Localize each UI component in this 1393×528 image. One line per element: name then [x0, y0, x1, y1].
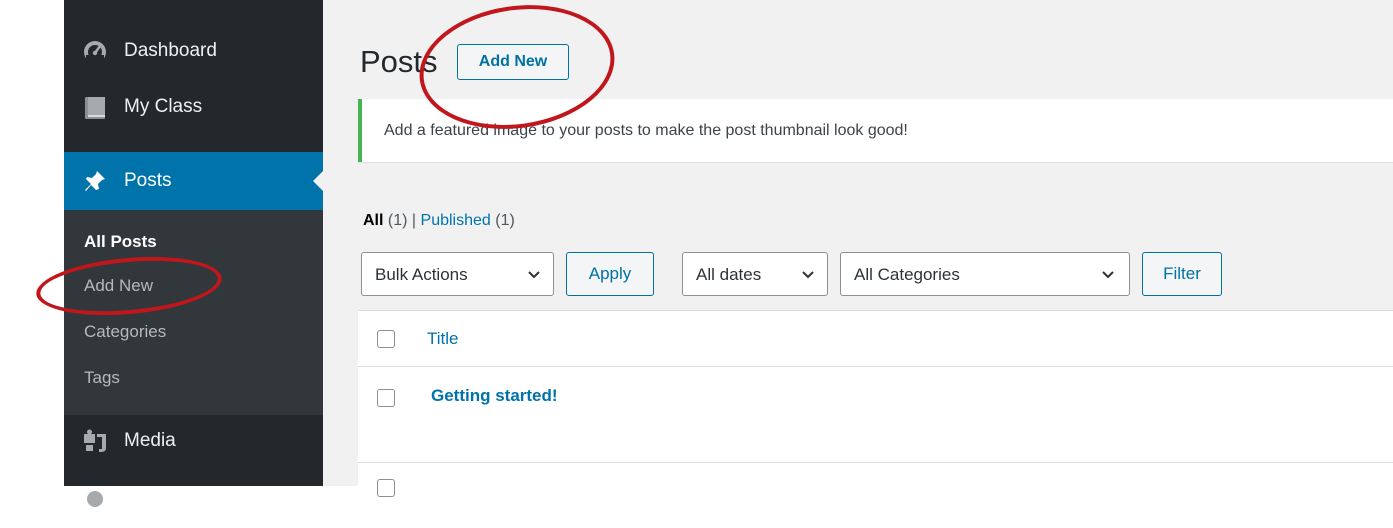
admin-sidebar: Dashboard My Class Posts All Posts Add N… [64, 0, 323, 507]
table-row: Getting started! [358, 367, 1393, 463]
chevron-down-icon [528, 271, 540, 279]
filter-separator: | [411, 212, 417, 229]
select-all-checkbox[interactable] [377, 330, 395, 348]
sidebar-item-posts[interactable]: Posts [64, 152, 323, 210]
dashboard-icon [84, 41, 106, 63]
post-title-link[interactable]: Getting started! [431, 385, 558, 407]
submenu-categories[interactable]: Categories [84, 320, 166, 344]
sidebar-item-label: Posts [124, 170, 172, 191]
submenu-add-new[interactable]: Add New [84, 274, 153, 298]
date-filter-value: All dates [696, 265, 762, 284]
sidebar-item-dashboard[interactable]: Dashboard [64, 22, 323, 80]
filter-all[interactable]: All [363, 212, 383, 229]
sidebar-item-label: Media [124, 430, 176, 451]
column-title-header[interactable]: Title [427, 328, 459, 350]
sidebar-item-next-partial[interactable] [64, 470, 323, 528]
filter-published-count: (1) [495, 212, 515, 229]
row-checkbox[interactable] [377, 389, 395, 407]
apply-button[interactable]: Apply [566, 252, 654, 296]
book-icon [85, 97, 105, 119]
featured-image-notice: Add a featured image to your posts to ma… [358, 99, 1393, 162]
sidebar-item-label: Dashboard [124, 40, 217, 61]
date-filter-select[interactable]: All dates [682, 252, 828, 296]
sidebar-item-media[interactable]: Media [64, 412, 323, 470]
category-filter-value: All Categories [854, 265, 960, 284]
current-menu-arrow [313, 171, 323, 191]
filter-button[interactable]: Filter [1142, 252, 1222, 296]
submenu-tags[interactable]: Tags [84, 366, 120, 390]
filter-all-count: (1) [387, 212, 408, 229]
table-header-row: Title [358, 311, 1393, 367]
submenu-all-posts[interactable]: All Posts [84, 230, 157, 254]
pushpin-icon [85, 171, 105, 191]
partial-menu-icon [87, 491, 103, 507]
page-title: Posts [360, 44, 438, 79]
posts-table: Title Getting started! [358, 310, 1393, 497]
post-status-filters: All (1) | Published (1) [363, 210, 515, 232]
left-margin [0, 0, 64, 486]
main-content: Posts Add New Add a featured image to yo… [323, 0, 1393, 497]
category-filter-select[interactable]: All Categories [840, 252, 1130, 296]
media-icon [84, 429, 106, 452]
chevron-down-icon [802, 271, 814, 279]
wordpress-admin-screen: Dashboard My Class Posts All Posts Add N… [0, 0, 1393, 507]
notice-text: Add a featured image to your posts to ma… [384, 122, 908, 139]
row-checkbox-partial[interactable] [377, 479, 395, 497]
chevron-down-icon [1102, 271, 1114, 279]
bulk-actions-select[interactable]: Bulk Actions [361, 252, 554, 296]
posts-submenu: All Posts Add New Categories Tags [64, 210, 323, 415]
filter-published[interactable]: Published [421, 212, 491, 229]
sidebar-item-label: My Class [124, 96, 203, 117]
sidebar-item-my-class[interactable]: My Class [64, 78, 323, 136]
bulk-actions-value: Bulk Actions [375, 265, 468, 284]
add-new-post-button[interactable]: Add New [457, 44, 569, 80]
